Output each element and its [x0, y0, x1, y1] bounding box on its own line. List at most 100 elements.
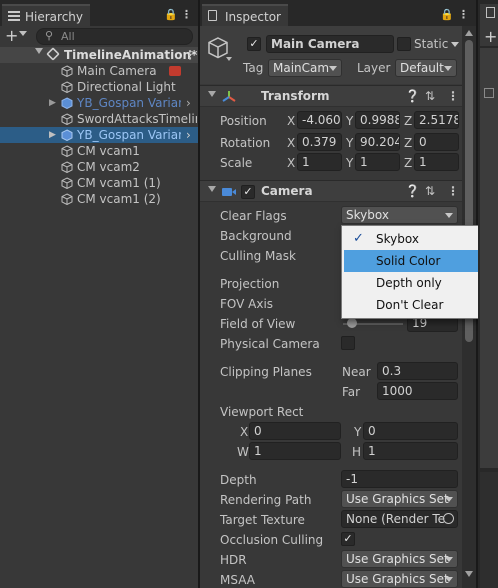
camera-icon: [222, 188, 236, 196]
more-options-icon[interactable]: ⋮: [447, 89, 459, 103]
rendering-path-label: Rendering Path: [220, 493, 312, 507]
hierarchy-item-directional-light[interactable]: Directional Light: [0, 79, 198, 95]
camera-enabled-checkbox[interactable]: ✓: [241, 185, 255, 199]
adjacent-tab[interactable]: [480, 4, 498, 26]
active-checkbox[interactable]: ✓: [247, 37, 261, 51]
hierarchy-item-cm-vcam1[interactable]: CM vcam1: [0, 143, 198, 159]
menu-item-depth-only[interactable]: Depth only: [344, 272, 488, 294]
axis-z-label[interactable]: Z: [404, 156, 412, 170]
axis-y-label[interactable]: Y: [346, 114, 353, 128]
target-texture-field[interactable]: None (Render Te: [341, 510, 458, 528]
static-label[interactable]: Static: [414, 37, 448, 51]
msaa-dropdown[interactable]: Use Graphics Set: [341, 570, 458, 588]
chevron-right-icon[interactable]: ›: [186, 127, 191, 143]
position-x-field[interactable]: -4.060: [297, 111, 342, 129]
rotation-z-field[interactable]: 0: [414, 133, 459, 151]
rendering-path-dropdown[interactable]: Use Graphics Set: [341, 490, 458, 508]
axis-y-label[interactable]: Y: [346, 156, 353, 170]
tag-dropdown[interactable]: MainCam: [268, 59, 342, 77]
object-picker-icon[interactable]: [443, 513, 454, 524]
viewport-y-field[interactable]: 0: [363, 422, 458, 440]
axis-z-label[interactable]: Z: [404, 136, 412, 150]
clear-flags-dropdown[interactable]: Skybox: [341, 206, 458, 224]
scale-y-field[interactable]: 1: [355, 153, 400, 171]
expand-arrow-icon[interactable]: ▶: [49, 95, 56, 111]
hierarchy-item-sword-timeline[interactable]: SwordAttacksTimeline: [0, 111, 198, 127]
help-icon[interactable]: ❔: [405, 89, 420, 103]
scale-x-field[interactable]: 1: [297, 153, 342, 171]
object-name-input[interactable]: Main Camera: [266, 35, 394, 53]
viewport-x-label[interactable]: X: [240, 425, 248, 439]
add-icon[interactable]: +: [484, 27, 497, 46]
axis-x-label[interactable]: X: [287, 156, 295, 170]
more-options-icon[interactable]: ⋮: [181, 8, 192, 21]
tab-hierarchy-label: Hierarchy: [25, 10, 84, 24]
menu-item-skybox[interactable]: ✓ Skybox: [344, 228, 488, 250]
chevron-down-icon[interactable]: [226, 57, 232, 61]
preset-icon[interactable]: ⇅: [425, 184, 435, 198]
lock-icon[interactable]: 🔒: [164, 8, 178, 21]
preset-icon[interactable]: ⇅: [425, 89, 435, 103]
scale-z-field[interactable]: 1: [414, 153, 459, 171]
add-icon[interactable]: +: [5, 26, 18, 45]
hierarchy-item-cm-vcam1-1[interactable]: CM vcam1 (1): [0, 175, 198, 191]
expand-arrow-icon[interactable]: ▶: [49, 127, 56, 143]
viewport-y-label[interactable]: Y: [354, 425, 361, 439]
expand-arrow-icon[interactable]: [35, 48, 43, 54]
help-icon[interactable]: ❔: [405, 184, 420, 198]
rotation-label: Rotation: [220, 136, 271, 150]
occlusion-culling-label: Occlusion Culling: [220, 533, 324, 547]
viewport-x-field[interactable]: 0: [249, 422, 341, 440]
more-options-icon[interactable]: ⋮: [458, 8, 469, 21]
lock-icon[interactable]: 🔒: [440, 8, 454, 21]
scroll-up-icon[interactable]: [465, 30, 473, 36]
hierarchy-toolbar: + ⚲ All: [0, 26, 198, 46]
camera-header[interactable]: ✓ Camera ❔ ⇅ ⋮: [200, 180, 462, 202]
occlusion-culling-checkbox[interactable]: ✓: [341, 532, 355, 546]
axis-x-label[interactable]: X: [287, 114, 295, 128]
search-input[interactable]: ⚲ All: [36, 28, 193, 45]
folder-icon: [484, 88, 494, 98]
chevron-down-icon[interactable]: [19, 31, 27, 36]
hierarchy-item-prefab[interactable]: ▶ YB_Gospan Variant ›: [0, 95, 198, 111]
culling-mask-label: Culling Mask: [220, 249, 296, 263]
position-y-field[interactable]: 0.9988: [355, 111, 400, 129]
viewport-h-field[interactable]: 1: [363, 442, 458, 460]
rotation-x-field[interactable]: 0.379: [297, 133, 342, 151]
scene-label: TimelineAnimation*: [64, 48, 198, 62]
far-field[interactable]: 1000: [377, 382, 458, 400]
collapse-arrow-icon[interactable]: [208, 186, 216, 192]
chevron-down-icon[interactable]: [451, 42, 459, 47]
hdr-dropdown[interactable]: Use Graphics Set: [341, 550, 458, 568]
hierarchy-item-main-camera[interactable]: Main Camera: [0, 63, 198, 79]
menu-item-solid-color[interactable]: Solid Color: [344, 250, 488, 272]
collapse-arrow-icon[interactable]: [208, 91, 216, 97]
transform-header[interactable]: Transform ❔ ⇅ ⋮: [200, 85, 462, 107]
hierarchy-item-cm-vcam1-2[interactable]: CM vcam1 (2): [0, 191, 198, 207]
axis-z-label[interactable]: Z: [404, 114, 412, 128]
scene-row[interactable]: TimelineAnimation* ⋮: [0, 47, 198, 63]
depth-field[interactable]: -1: [341, 470, 458, 488]
physical-camera-checkbox[interactable]: [341, 336, 355, 350]
hierarchy-item-prefab-selected[interactable]: ▶ YB_Gospan Variant ›: [0, 127, 198, 143]
axis-y-label[interactable]: Y: [346, 136, 353, 150]
static-checkbox[interactable]: [397, 37, 411, 51]
tab-hierarchy[interactable]: Hierarchy: [2, 4, 90, 26]
menu-item-dont-clear[interactable]: Don't Clear: [344, 294, 488, 316]
layer-dropdown[interactable]: Default: [395, 59, 457, 77]
viewport-h-label[interactable]: H: [352, 445, 361, 459]
more-options-icon[interactable]: ⋮: [447, 184, 459, 198]
tab-inspector[interactable]: Inspector: [202, 4, 288, 26]
info-icon: [208, 10, 217, 21]
position-z-field[interactable]: 2.5178: [414, 111, 459, 129]
hierarchy-item-cm-vcam2[interactable]: CM vcam2: [0, 159, 198, 175]
rotation-y-field[interactable]: 90.204: [355, 133, 400, 151]
axis-x-label[interactable]: X: [287, 136, 295, 150]
scroll-down-icon[interactable]: [465, 571, 473, 577]
fov-slider-handle[interactable]: [347, 318, 357, 328]
viewport-w-label[interactable]: W: [237, 445, 249, 459]
chevron-right-icon[interactable]: ›: [186, 95, 191, 111]
near-field[interactable]: 0.3: [377, 362, 458, 380]
viewport-w-field[interactable]: 1: [249, 442, 341, 460]
more-options-icon[interactable]: ⋮: [184, 47, 196, 63]
